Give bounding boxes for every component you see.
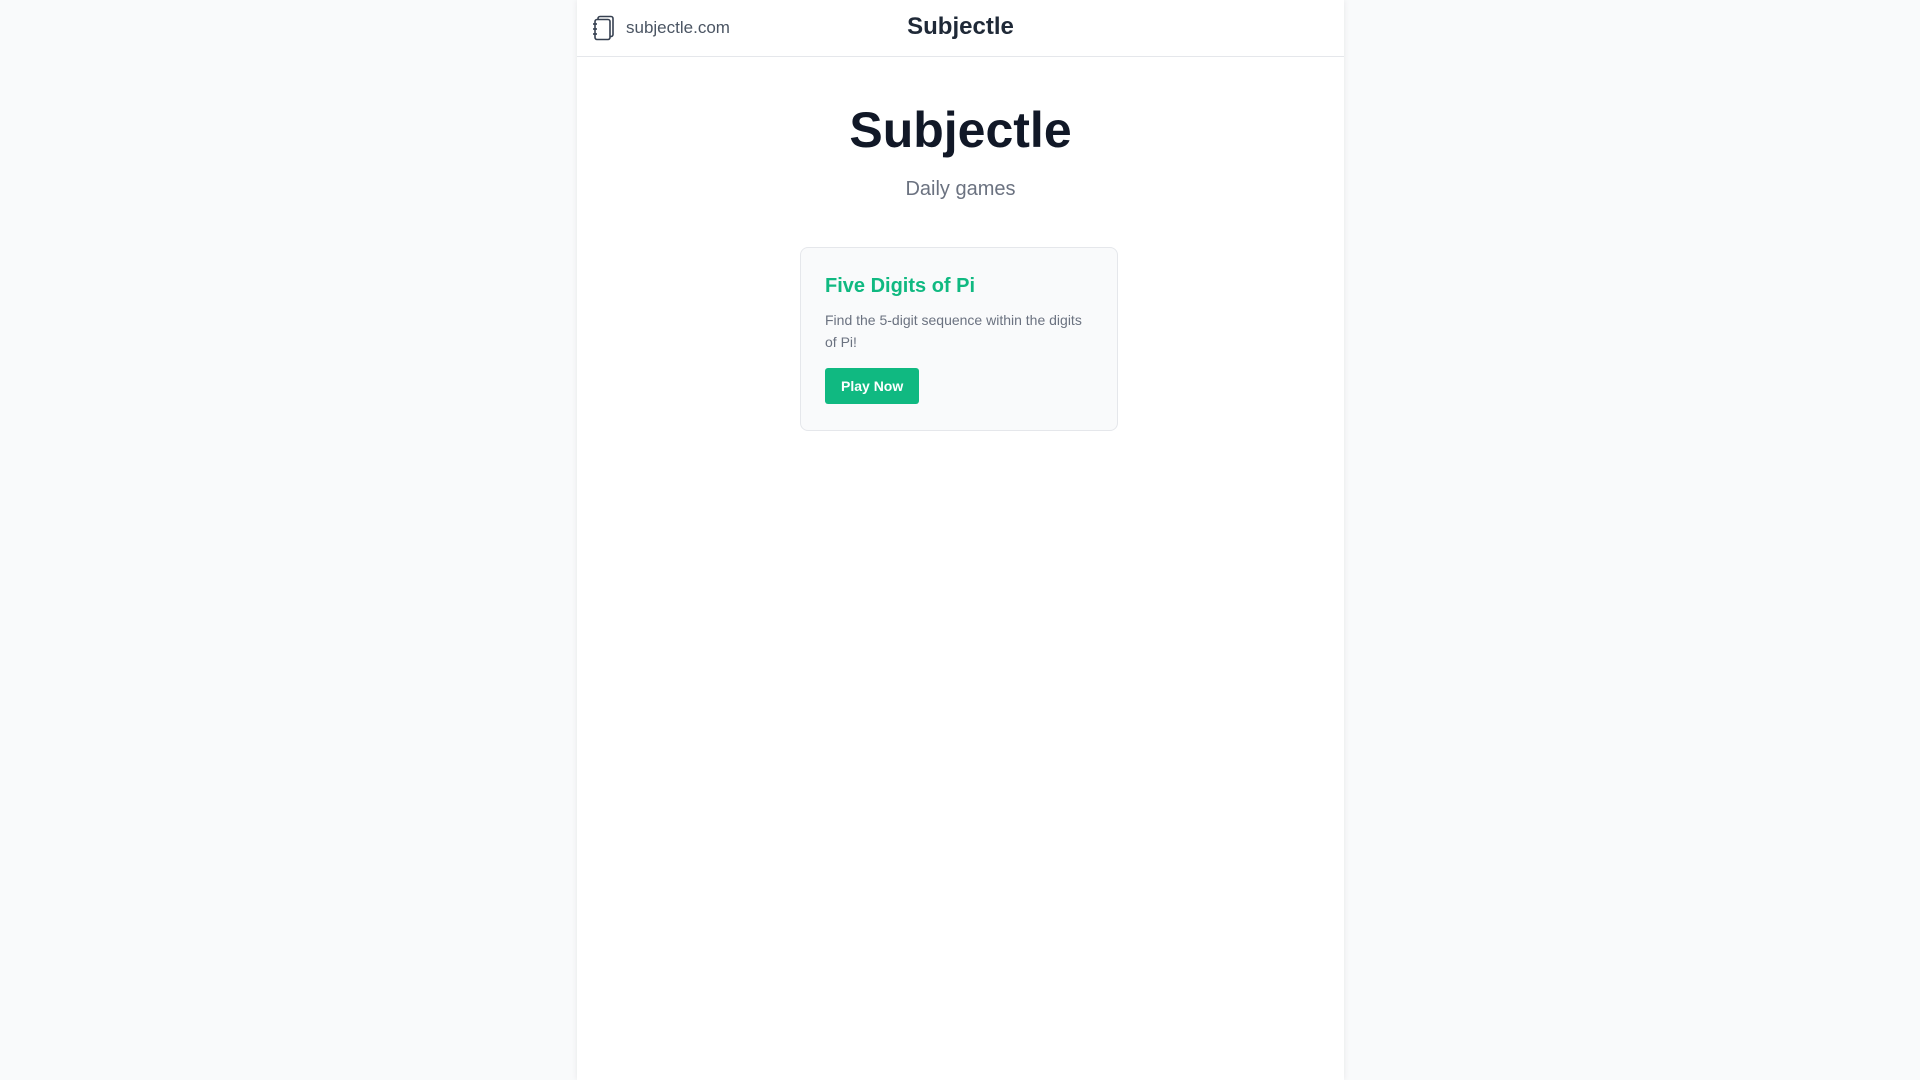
game-card-title: Five Digits of Pi — [825, 275, 976, 297]
game-card-description: Find the 5-digit sequence within the dig… — [825, 312, 1082, 350]
page-title: Subjectle — [849, 102, 1072, 158]
play-now-button[interactable]: Play Now — [825, 368, 920, 404]
page-subtitle: Daily games — [905, 178, 1016, 200]
page-container: subjectle.com Subjectle Subjectle Daily … — [577, 0, 1344, 1080]
topbar-title: Subjectle — [907, 13, 1014, 40]
game-card: Five Digits of Pi Find the 5-digit seque… — [800, 247, 1118, 431]
top-bar: subjectle.com Subjectle — [577, 0, 1344, 57]
